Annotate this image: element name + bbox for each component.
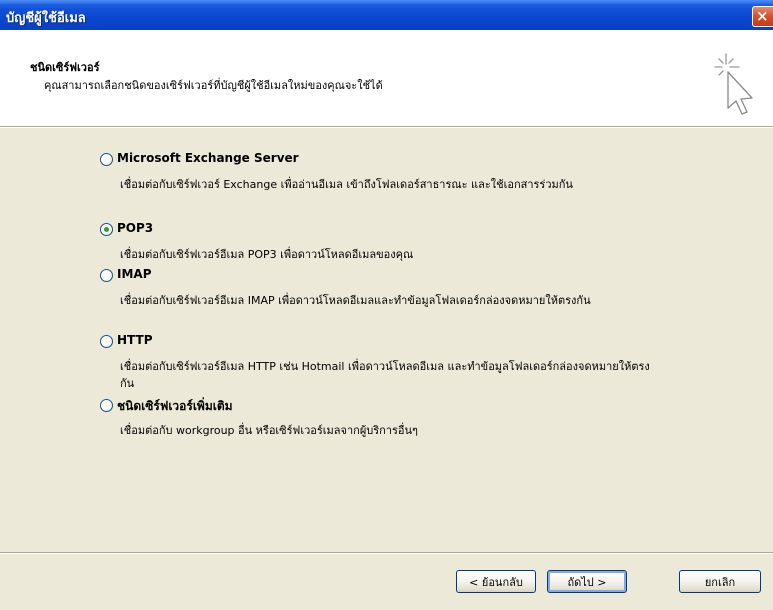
header-subtitle: คุณสามารถเลือกชนิดของเซิร์ฟเวอร์ที่บัญชี… [44, 79, 383, 92]
radio-other[interactable] [100, 399, 113, 412]
option-other-label[interactable]: ชนิดเซิร์ฟเวอร์เพิ่มเติม [117, 397, 233, 416]
option-http-label[interactable]: HTTP [117, 333, 152, 347]
radio-http[interactable] [100, 335, 113, 348]
close-icon: × [756, 7, 769, 25]
next-button[interactable]: ถัดไป > [547, 570, 627, 593]
option-exchange-label[interactable]: Microsoft Exchange Server [117, 151, 299, 165]
title-bar[interactable]: บัญชีผู้ใช้อีเมล × [0, 0, 773, 30]
cancel-button[interactable]: ยกเลิก [679, 570, 761, 593]
option-pop3-label[interactable]: POP3 [117, 221, 153, 235]
radio-exchange[interactable] [100, 153, 113, 166]
back-button[interactable]: < ย้อนกลับ [456, 570, 536, 593]
sparkle-cursor-icon [714, 53, 753, 115]
wizard-footer: < ย้อนกลับ ถัดไป > ยกเลิก [0, 554, 773, 610]
server-type-panel: Microsoft Exchange Server เชื่อมต่อกับเซ… [0, 128, 773, 552]
option-pop3-description: เชื่อมต่อกับเซิร์ฟเวอร์อีเมล POP3 เพื่อด… [120, 248, 414, 261]
account-settings-dialog: บัญชีผู้ใช้อีเมล × ชนิดเซิร์ฟเวอร์ คุณสา… [0, 0, 773, 610]
option-imap-label[interactable]: IMAP [117, 267, 152, 281]
radio-imap[interactable] [100, 269, 113, 282]
header-title: ชนิดเซิร์ฟเวอร์ [30, 61, 100, 74]
option-http-description: เชื่อมต่อกับเซิร์ฟเวอร์อีเมล HTTP เช่น H… [120, 360, 650, 390]
window-title: บัญชีผู้ใช้อีเมล [6, 11, 86, 26]
option-exchange-description: เชื่อมต่อกับเซิร์ฟเวอร์ Exchange เพื่ออ่… [120, 178, 573, 191]
wizard-header: ชนิดเซิร์ฟเวอร์ คุณสามารถเลือกชนิดของเซิ… [0, 30, 773, 126]
option-other-description: เชื่อมต่อกับ workgroup อื่น หรือเซิร์ฟเว… [120, 424, 418, 437]
option-imap-description: เชื่อมต่อกับเซิร์ฟเวอร์อีเมล IMAP เพื่อด… [120, 294, 591, 307]
radio-pop3[interactable] [100, 223, 113, 236]
close-button[interactable]: × [752, 6, 773, 27]
